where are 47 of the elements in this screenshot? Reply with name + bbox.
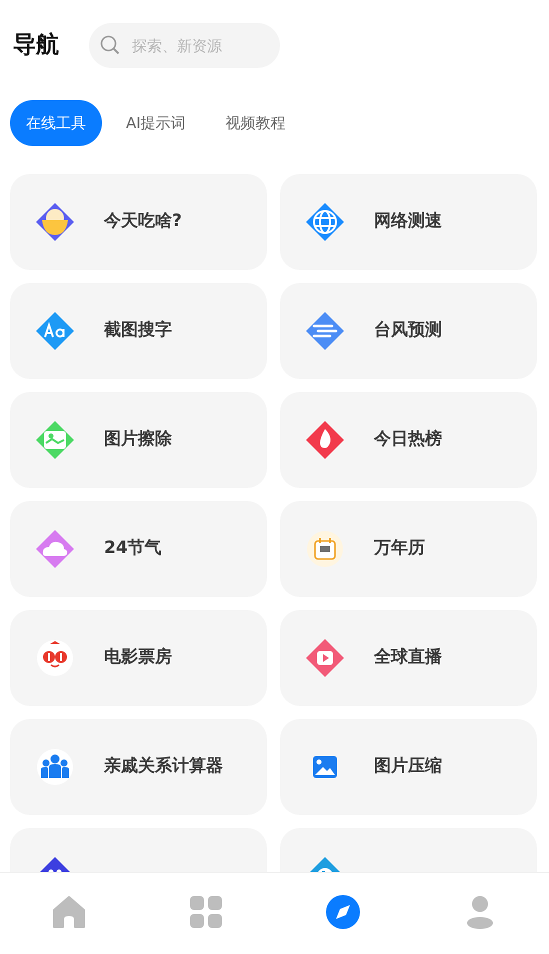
mascot-icon bbox=[36, 639, 74, 677]
flame-icon bbox=[306, 421, 344, 459]
tool-card[interactable]: 网络测速 bbox=[280, 174, 537, 270]
globe-icon bbox=[306, 203, 344, 241]
page-title: 导航 bbox=[13, 32, 59, 60]
compass-icon bbox=[325, 894, 362, 930]
bowl-icon bbox=[36, 203, 74, 241]
tool-name: 今日热榜 bbox=[374, 428, 442, 452]
tool-name: 万年历 bbox=[374, 537, 425, 560]
nav-tab[interactable] bbox=[188, 894, 224, 930]
tool-name: 24节气 bbox=[104, 537, 162, 560]
play-icon bbox=[306, 639, 344, 677]
calendar-icon bbox=[306, 530, 344, 568]
tool-card[interactable]: 截图搜字 bbox=[10, 283, 267, 379]
tool-name: 台风预测 bbox=[374, 319, 442, 342]
tool-card[interactable]: 全球直播 bbox=[280, 610, 537, 706]
tool-card[interactable]: 今日热榜 bbox=[280, 392, 537, 488]
tool-name: 图片擦除 bbox=[104, 428, 172, 452]
search-icon bbox=[100, 35, 120, 55]
people-icon bbox=[36, 748, 74, 786]
grid-icon bbox=[188, 894, 224, 930]
tool-card[interactable]: 台风预测 bbox=[280, 283, 537, 379]
tool-card[interactable]: 24节气 bbox=[10, 501, 267, 597]
tool-name: 图片压缩 bbox=[374, 755, 442, 778]
nav-tab[interactable] bbox=[325, 894, 362, 930]
tool-card[interactable]: 亲戚关系计算器 bbox=[10, 719, 267, 815]
tool-card[interactable]: 图片压缩 bbox=[280, 719, 537, 815]
tab[interactable]: 在线工具 bbox=[10, 100, 102, 146]
tab[interactable]: 视频教程 bbox=[210, 100, 302, 146]
tool-card[interactable]: 万年历 bbox=[280, 501, 537, 597]
tool-name: 今天吃啥? bbox=[104, 210, 182, 234]
cloud-icon bbox=[36, 530, 74, 568]
nav-tab[interactable] bbox=[50, 894, 87, 930]
image-icon bbox=[36, 421, 74, 459]
tool-name: 电影票房 bbox=[104, 646, 172, 670]
tool-name: 亲戚关系计算器 bbox=[104, 755, 223, 778]
tool-name: 截图搜字 bbox=[104, 319, 172, 342]
tool-card[interactable]: 今天吃啥? bbox=[10, 174, 267, 270]
tab[interactable]: AI提示词 bbox=[110, 100, 202, 146]
tool-name: 全球直播 bbox=[374, 646, 442, 670]
home-icon bbox=[50, 894, 87, 930]
tool-card[interactable]: 图片擦除 bbox=[10, 392, 267, 488]
text-icon bbox=[36, 312, 74, 350]
wind-icon bbox=[306, 312, 344, 350]
tool-name: 网络测速 bbox=[374, 210, 442, 234]
tool-card[interactable]: 电影票房 bbox=[10, 610, 267, 706]
search-field[interactable]: 探索、新资源 bbox=[89, 23, 280, 68]
